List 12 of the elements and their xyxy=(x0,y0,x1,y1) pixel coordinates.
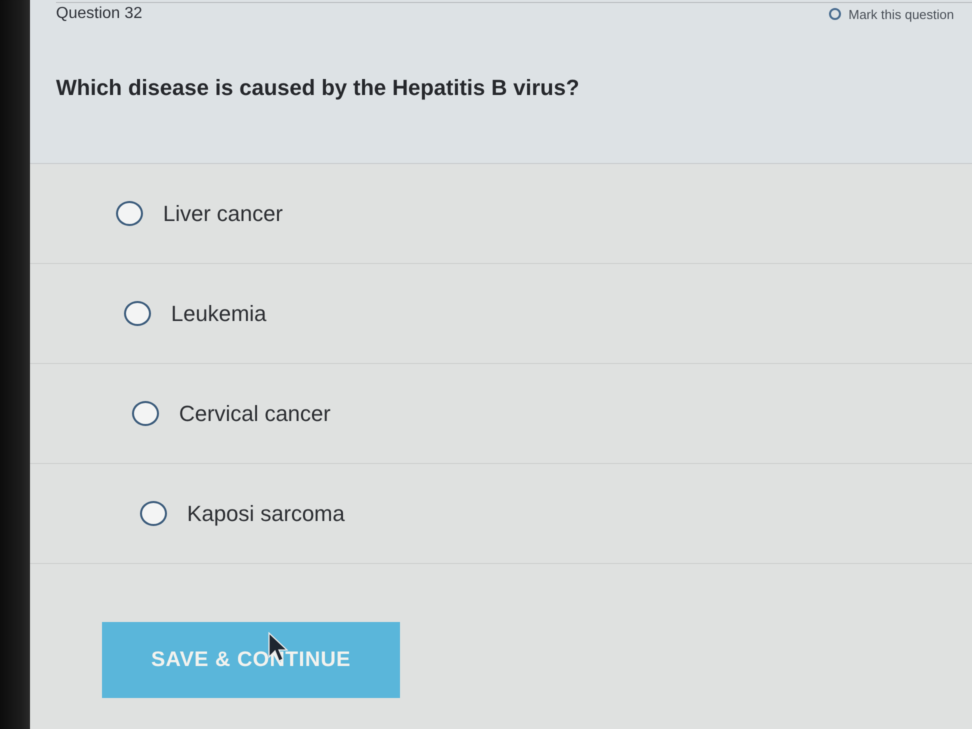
radio-button[interactable] xyxy=(140,501,167,526)
answer-option[interactable]: Cervical cancer xyxy=(179,400,331,426)
question-number: Question 32 xyxy=(56,5,142,23)
answer-option[interactable]: Liver cancer xyxy=(163,200,283,226)
radio-icon[interactable] xyxy=(828,8,840,20)
answer-option[interactable]: Leukemia xyxy=(171,300,266,326)
answer-option[interactable]: Kaposi sarcoma xyxy=(187,500,345,526)
mark-question-label[interactable]: Mark this question xyxy=(848,6,954,22)
question-text: Which disease is caused by the Hepatitis B virus? xyxy=(56,75,580,101)
radio-button[interactable] xyxy=(132,401,159,426)
radio-button[interactable] xyxy=(116,201,143,226)
radio-button[interactable] xyxy=(124,301,151,326)
